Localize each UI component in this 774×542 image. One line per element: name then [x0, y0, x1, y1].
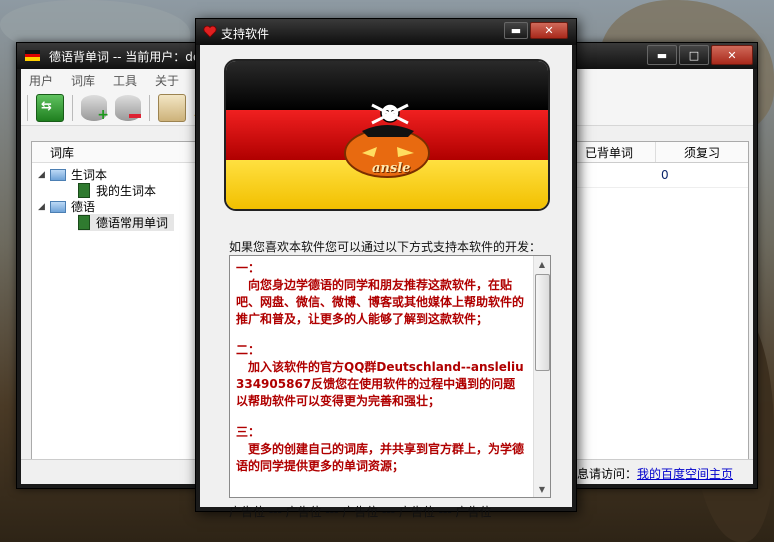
menu-wordbank[interactable]: 词库: [71, 72, 95, 89]
baidu-space-link[interactable]: 我的百度空间主页: [637, 467, 733, 481]
dialog-titlebar[interactable]: 支持软件 ▬ ✕: [196, 19, 576, 45]
toolbar-separator: [72, 95, 73, 121]
paragraph-1: 一： 向您身边学德语的同学和朋友推荐这款软件，在贴吧、网盘、微信、微博、博客或其…: [236, 260, 524, 328]
paragraph-body: 更多的创建自己的词库，并共享到官方群上，为学德语的同学提供更多的单词资源；: [236, 442, 525, 473]
column-header-review[interactable]: 须复习: [655, 142, 748, 162]
vertical-scrollbar[interactable]: ▲ ▼: [533, 256, 550, 497]
support-methods-textbox[interactable]: 一： 向您身边学德语的同学和朋友推荐这款软件，在贴吧、网盘、微信、微博、博客或其…: [229, 255, 551, 498]
toolbar-separator: [27, 95, 28, 121]
tree-node-vocab[interactable]: ◢ 生词本: [38, 166, 107, 183]
close-button[interactable]: ✕: [711, 45, 753, 65]
book-icon: [78, 215, 90, 230]
folder-icon: [50, 168, 66, 181]
progress-grid[interactable]: 已背单词 须复习 0: [561, 141, 749, 483]
scrollbar-thumb[interactable]: [535, 274, 550, 371]
paragraph-3: 三： 更多的创建自己的词库，并共享到官方群上，为学德语的同学提供更多的单词资源；: [236, 424, 524, 475]
menu-about[interactable]: 关于: [155, 72, 179, 89]
tree-node-label: 德语常用单词: [96, 216, 169, 230]
cell-review: 0: [661, 168, 669, 182]
folder-icon: [50, 200, 66, 213]
menu-tools[interactable]: 工具: [113, 72, 137, 89]
tree-header: 词库: [32, 142, 216, 163]
main-window-title: 德语背单词 -- 当前用户：de: [49, 50, 201, 64]
ad-placeholders: 广告位 --- 广告位 --- 广告位 --- 广告位 --- 广告位: [229, 505, 492, 519]
german-flag-icon: [25, 50, 40, 61]
support-instruction-label: 如果您喜欢本软件您可以通过以下方式支持本软件的开发：: [229, 240, 542, 254]
tree-node-label: 生词本: [71, 168, 108, 182]
german-flag-banner: ansle: [224, 59, 550, 211]
wordbank-tree[interactable]: 词库 ◢ 生词本 我的生词本 ◢ 德语 德语常用单词: [31, 141, 217, 483]
scroll-up-icon[interactable]: ▲: [534, 256, 550, 272]
dialog-title: 支持软件: [221, 27, 270, 41]
paragraph-2: 二： 加入该软件的官方QQ群Deutschland--ansleliu 3349…: [236, 342, 524, 410]
expand-icon[interactable]: ◢: [38, 170, 48, 180]
status-prefix: 息请访问：: [576, 467, 637, 481]
book-icon: [78, 183, 90, 198]
paragraph-heading: 一：: [236, 261, 261, 275]
remove-database-icon[interactable]: [115, 95, 141, 121]
minimize-button[interactable]: ▬: [647, 45, 677, 65]
tree-node-my-vocab[interactable]: 我的生词本: [78, 182, 156, 199]
paragraph-body: 加入该软件的官方QQ群Deutschland--ansleliu 3349058…: [236, 360, 524, 408]
switch-user-icon[interactable]: ⇆: [36, 94, 64, 122]
support-dialog: 支持软件 ▬ ✕ ansle 如果您喜欢本软件您可以通过以下方式支持本软件的开发…: [195, 18, 577, 519]
banner-logo-text: ansle: [372, 161, 411, 176]
heart-icon: [203, 25, 217, 38]
add-wordbook-icon[interactable]: [158, 94, 186, 122]
toolbar-separator: [149, 95, 150, 121]
tree-node-common-words[interactable]: 德语常用单词: [78, 214, 175, 231]
dialog-close-button[interactable]: ✕: [530, 22, 568, 39]
tree-node-german[interactable]: ◢ 德语: [38, 198, 95, 215]
paragraph-heading: 二：: [236, 343, 261, 357]
tree-node-label: 我的生词本: [96, 184, 157, 198]
tree-header-label: 词库: [50, 145, 75, 160]
scroll-down-icon[interactable]: ▼: [534, 481, 550, 497]
tree-node-label: 德语: [71, 200, 96, 214]
paragraph-body: 向您身边学德语的同学和朋友推荐这款软件，在贴吧、网盘、微信、微博、博客或其他媒体…: [236, 278, 525, 326]
add-database-icon[interactable]: +: [81, 95, 109, 123]
expand-icon[interactable]: ◢: [38, 202, 48, 212]
menu-user[interactable]: 用户: [29, 72, 53, 89]
table-row[interactable]: 0: [562, 163, 748, 188]
maximize-button[interactable]: □: [679, 45, 709, 65]
dialog-minimize-button[interactable]: ▬: [504, 22, 528, 39]
paragraph-heading: 三：: [236, 425, 261, 439]
